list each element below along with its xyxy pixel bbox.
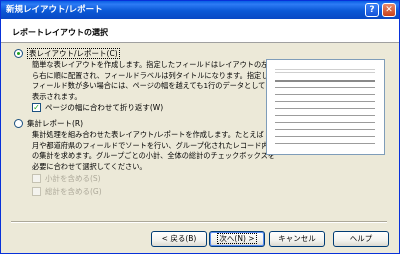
radio-summary-report[interactable] [14,119,23,128]
subtotal-checkbox[interactable] [32,174,41,183]
grand-total-label: 総計を含める(G) [45,187,102,196]
summary-report-description: 集計処理を組み合わせた表レイアウト/レポートを作成します。たとえば 月や都道府県… [32,130,275,171]
help-title-button[interactable]: ? [365,3,379,17]
dialog-body: レポートレイアウトの選択 表レイアウト/レポート(C) 簡単な表レイアウトを作成… [1,19,399,253]
next-button[interactable]: 次へ(N) > [209,231,265,247]
layout-preview-image [266,59,385,155]
layout-report-dialog: 新規レイアウト/レポート ? ✕ レポートレイアウトの選択 表レイアウト/レポー… [0,0,400,254]
help-button[interactable]: ヘルプ [333,231,389,247]
wrap-to-page-checkbox[interactable]: ✓ [32,103,41,112]
radio-table-layout-label[interactable]: 表レイアウト/レポート(C) [27,48,120,59]
wrap-to-page-label[interactable]: ページの幅に合わせて折り返す(W) [45,102,163,113]
button-divider [11,221,387,223]
grand-total-checkbox[interactable] [32,187,41,196]
back-button[interactable]: < 戻る(B) [151,231,207,247]
window-title: 新規レイアウト/レポート [6,5,103,15]
radio-summary-report-label[interactable]: 集計レポート(R) [27,118,83,129]
header-band: レポートレイアウトの選択 [1,19,399,43]
radio-table-layout[interactable] [14,49,23,58]
section-heading: レポートレイアウトの選択 [12,28,108,37]
table-layout-description: 簡単な表レイアウトを作成します。指定したフィールドはレイアウトの左か ら右に順に… [32,60,276,101]
subtotal-label: 小計を含める(S) [45,174,101,183]
close-button[interactable]: ✕ [382,3,396,17]
cancel-button[interactable]: キャンセル [269,231,325,247]
title-bar: 新規レイアウト/レポート ? ✕ [1,1,399,19]
